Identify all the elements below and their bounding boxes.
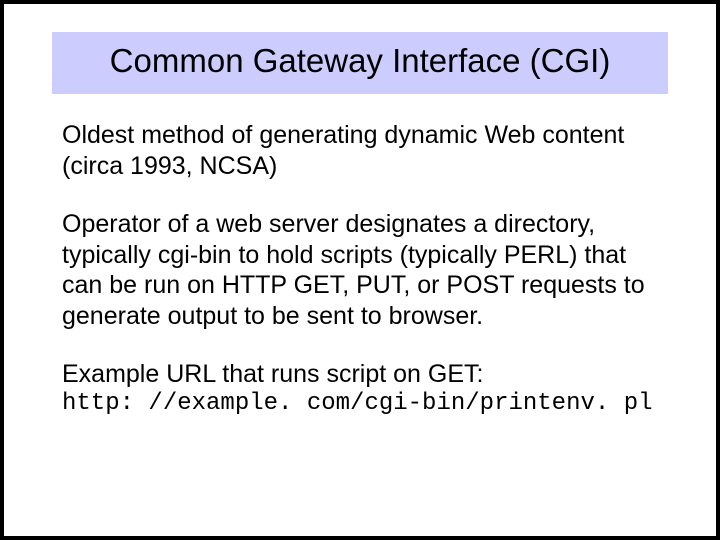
- title-bar: Common Gateway Interface (CGI): [52, 32, 668, 94]
- slide-title: Common Gateway Interface (CGI): [110, 42, 611, 79]
- slide-frame: Common Gateway Interface (CGI) Oldest me…: [0, 0, 720, 540]
- slide-body: Oldest method of generating dynamic Web …: [62, 120, 658, 417]
- paragraph-2: Operator of a web server designates a di…: [62, 209, 658, 331]
- paragraph-1: Oldest method of generating dynamic Web …: [62, 120, 658, 181]
- paragraph-3: Example URL that runs script on GET:: [62, 359, 658, 390]
- example-url: http: //example. com/cgi-bin/printenv. p…: [62, 390, 658, 417]
